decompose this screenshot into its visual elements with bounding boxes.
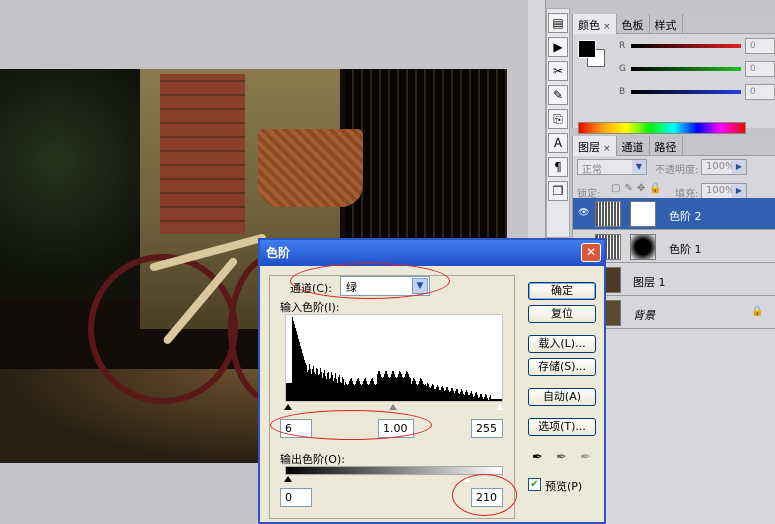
color-spectrum-ramp[interactable]: [578, 122, 746, 134]
input-white-field[interactable]: 255: [471, 419, 503, 438]
layer-name: 图层 1: [633, 276, 666, 289]
levels-dialog: 色阶 ✕ 通道(C): 绿 ▼ 输入色阶(I): 6 1.00 255 输出色阶…: [258, 238, 606, 524]
tab-swatches[interactable]: 色板: [617, 14, 650, 34]
photo-basket: [258, 129, 363, 207]
preview-label: 预览(P): [545, 480, 583, 493]
tab-channels[interactable]: 通道: [617, 136, 650, 156]
fill-field[interactable]: 100% ▶: [701, 183, 747, 199]
dialog-title-bar[interactable]: 色阶 ✕: [260, 240, 604, 266]
channel-select[interactable]: 绿 ▼: [340, 276, 430, 296]
actions-icon[interactable]: ▶: [548, 37, 568, 57]
color-row-r: R 0: [613, 38, 775, 55]
tab-paths[interactable]: 路径: [650, 136, 683, 156]
auto-button[interactable]: 自动(A): [528, 388, 596, 406]
blue-slider[interactable]: [631, 90, 741, 94]
layer-mask-thumbnail[interactable]: [630, 234, 656, 260]
preview-checkbox[interactable]: ✔: [528, 478, 541, 491]
input-gamma-slider[interactable]: [389, 404, 397, 410]
history-icon[interactable]: ▤: [548, 13, 568, 33]
input-gamma-field[interactable]: 1.00: [378, 419, 414, 438]
levels-settings-group: 通道(C): 绿 ▼ 输入色阶(I): 6 1.00 255 输出色阶(O): …: [269, 275, 515, 519]
red-value-field[interactable]: 0: [745, 38, 775, 54]
clone-source-icon[interactable]: ⎘: [548, 109, 568, 129]
tab-color[interactable]: 颜色 ×: [573, 14, 617, 34]
character-icon[interactable]: A: [548, 133, 568, 153]
red-slider[interactable]: [631, 44, 741, 48]
channel-label: 通道(C):: [290, 282, 332, 295]
input-black-field[interactable]: 6: [280, 419, 312, 438]
color-panel-tabs: 颜色 × 色板 样式: [573, 14, 775, 34]
layer-mask-thumbnail[interactable]: [630, 201, 656, 227]
layer-row-levels-2[interactable]: 👁 色阶 2: [573, 198, 775, 230]
chevron-down-icon: ▼: [412, 278, 428, 294]
paragraph-icon[interactable]: ¶: [548, 157, 568, 177]
white-eyedropper-icon[interactable]: ✒: [580, 450, 594, 466]
photo-foliage: [0, 69, 140, 299]
opacity-field[interactable]: 100% ▶: [701, 159, 747, 175]
output-black-field[interactable]: 0: [280, 488, 312, 507]
histogram-bar: [502, 399, 503, 401]
levels-adjustment-thumbnail: [595, 201, 621, 227]
close-icon[interactable]: ×: [603, 22, 611, 32]
chevron-right-icon: ▶: [732, 160, 746, 174]
dialog-title: 色阶: [266, 246, 291, 260]
photo-brick: [160, 74, 245, 234]
reset-button[interactable]: 复位: [528, 305, 596, 323]
histogram: [285, 314, 503, 402]
eye-icon[interactable]: 👁: [578, 208, 589, 218]
tool-presets-icon[interactable]: ✂: [548, 61, 568, 81]
color-row-b: B 0: [613, 84, 775, 101]
tab-styles[interactable]: 样式: [650, 14, 683, 34]
load-button[interactable]: 载入(L)...: [528, 335, 596, 353]
layer-name: 色阶 1: [669, 243, 702, 256]
output-white-slider[interactable]: [463, 476, 471, 482]
brushes-icon[interactable]: ✎: [548, 85, 568, 105]
options-button[interactable]: 选项(T)...: [528, 418, 596, 436]
color-row-g: G 0: [613, 61, 775, 78]
close-button[interactable]: ✕: [581, 243, 601, 262]
black-eyedropper-icon[interactable]: ✒: [532, 450, 546, 466]
blend-mode-select[interactable]: 正常 ▼: [577, 159, 647, 176]
close-icon[interactable]: ×: [603, 144, 611, 154]
output-white-field[interactable]: 210: [471, 488, 503, 507]
ok-button[interactable]: 确定: [528, 282, 596, 300]
layer-name: 色阶 2: [669, 210, 702, 223]
layers-panel-tabs: 图层 × 通道 路径: [573, 136, 775, 156]
layer-name: 背景: [633, 309, 655, 322]
opacity-label: 不透明度:: [655, 165, 699, 176]
tab-layers[interactable]: 图层 ×: [573, 136, 617, 156]
checkmark-icon: ✔: [530, 479, 539, 490]
input-white-slider[interactable]: [496, 404, 504, 410]
output-black-slider[interactable]: [284, 476, 292, 482]
blue-value-field[interactable]: 0: [745, 84, 775, 100]
green-slider[interactable]: [631, 67, 741, 71]
lock-icon: 🔒: [751, 306, 764, 317]
input-black-slider[interactable]: [284, 404, 292, 410]
layer-comps-icon[interactable]: ❐: [548, 181, 568, 201]
panel-icon-column: ▤ ▶ ✂ ✎ ⎘ A ¶ ❐: [546, 8, 570, 238]
input-levels-label: 输入色阶(I):: [280, 301, 340, 314]
lock-icons[interactable]: ▢✎✥🔒: [611, 183, 666, 194]
green-value-field[interactable]: 0: [745, 61, 775, 77]
gray-eyedropper-icon[interactable]: ✒: [556, 450, 570, 466]
foreground-color-swatch[interactable]: [578, 40, 596, 58]
chevron-down-icon: ▼: [632, 160, 646, 174]
close-icon: ✕: [585, 245, 597, 259]
save-button[interactable]: 存储(S)...: [528, 358, 596, 376]
color-panel: 颜色 × 色板 样式 R 0 G 0 B 0: [572, 14, 775, 134]
chevron-right-icon: ▶: [732, 184, 746, 198]
output-gradient-bar: [285, 466, 503, 475]
output-levels-label: 输出色阶(O):: [280, 453, 345, 466]
